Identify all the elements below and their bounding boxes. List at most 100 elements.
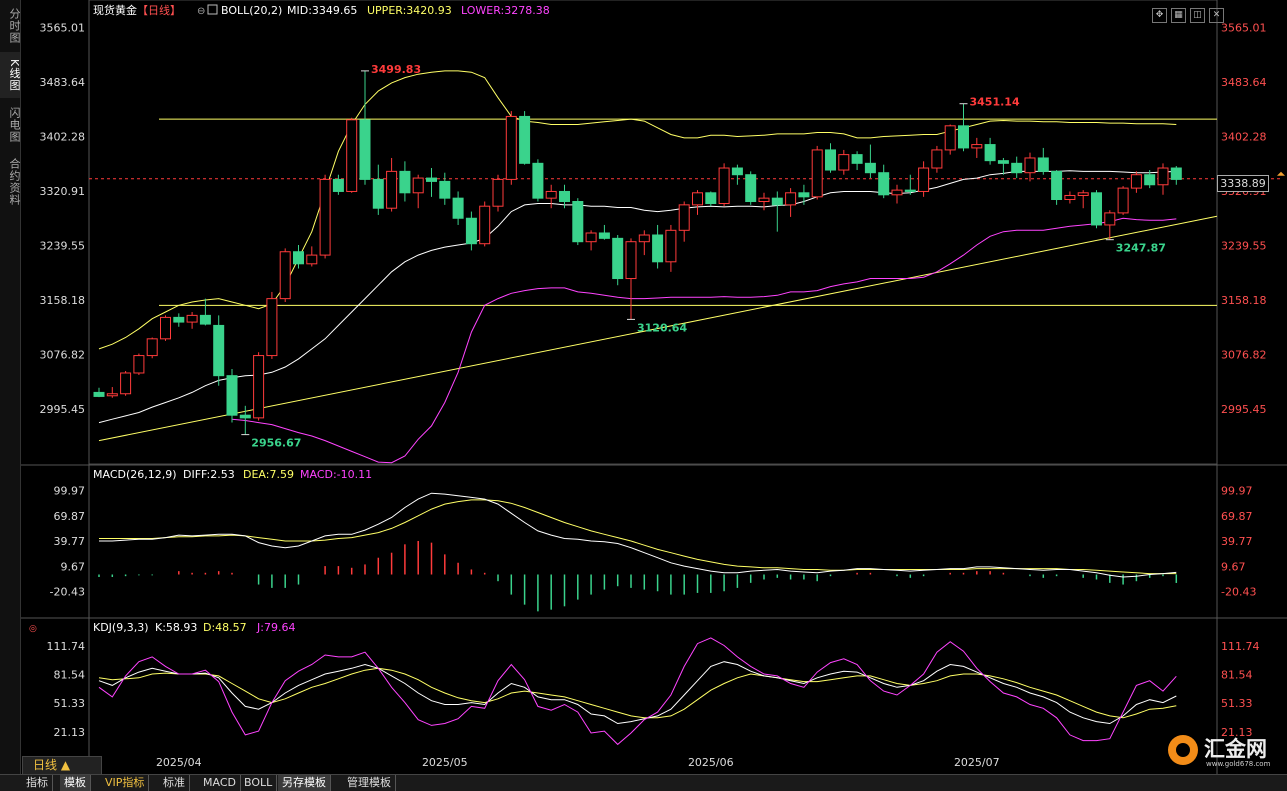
candle-body — [319, 178, 331, 256]
extreme-price-label: 3499.83 — [371, 63, 421, 76]
candle-body — [731, 167, 743, 176]
extreme-price-label: 2956.67 — [251, 437, 301, 450]
candle-body — [479, 205, 491, 245]
chart-canvas[interactable]: 现货黄金【日线】 ⊖ BOLL(20,2) MID:3349.65 UPPER:… — [21, 0, 1287, 774]
tab-standard[interactable]: 标准 — [159, 775, 190, 791]
price-tick-right: 3565.01 — [1221, 21, 1267, 34]
boll-upper: UPPER:3420.93 — [367, 4, 452, 17]
candle-body — [465, 217, 477, 245]
grid-icon[interactable]: ▦ — [1171, 8, 1186, 23]
candle-body — [346, 119, 358, 192]
boll-lower: LOWER:3278.38 — [461, 4, 550, 17]
candle-body — [718, 167, 730, 205]
indicator-settings-icon[interactable] — [207, 4, 218, 15]
macd-tick-left: 39.77 — [54, 535, 86, 548]
boll-mid: MID:3349.65 — [287, 4, 357, 17]
candle-body — [1064, 194, 1076, 200]
macd-tick-left: 69.87 — [54, 510, 86, 523]
candle-body — [266, 298, 278, 357]
macd-tick-right: 69.87 — [1221, 510, 1253, 523]
candle-body — [745, 174, 757, 203]
price-tick-left: 3076.82 — [40, 348, 86, 361]
candle-body — [173, 316, 185, 323]
macd-value: MACD:-10.11 — [300, 468, 372, 481]
period-button[interactable]: 日线 ▲ — [22, 756, 102, 775]
candle-body — [226, 375, 238, 416]
candle-body — [851, 154, 863, 164]
price-tick-left: 3483.64 — [40, 76, 86, 89]
macd-tick-left: 9.67 — [61, 560, 86, 573]
candle-body — [279, 251, 291, 300]
side-tab-strip: 分时图 K线图 闪电图 合约资料 — [0, 0, 21, 790]
tab-vip-indicator[interactable]: VIP指标 — [101, 775, 150, 791]
candle-body — [891, 189, 903, 196]
macd-diff: DIFF:2.53 — [183, 468, 235, 481]
macd-tick-left: -20.43 — [50, 586, 85, 599]
price-tick-left: 3158.18 — [40, 294, 86, 307]
candle-body — [625, 241, 637, 280]
candle-body — [997, 160, 1009, 164]
price-tick-right: 3158.18 — [1221, 294, 1267, 307]
candle-body — [239, 414, 251, 419]
candle-body — [638, 234, 650, 243]
candle-body — [1157, 167, 1169, 186]
side-tab-lightning[interactable]: 闪电图 — [0, 102, 21, 148]
side-tab-contract-info[interactable]: 合约资料 — [0, 152, 21, 212]
split-icon[interactable]: ◫ — [1190, 8, 1205, 23]
tab-template[interactable]: 模板 — [60, 775, 91, 791]
window-buttons: ✥ ▦ ◫ ✕ — [1152, 2, 1228, 23]
candle-body — [293, 251, 304, 265]
macd-tick-right: -20.43 — [1221, 586, 1256, 599]
tab-indicator[interactable]: 指标 — [22, 775, 53, 791]
candle-body — [359, 119, 371, 180]
candle-body — [399, 170, 411, 194]
candle-body — [332, 178, 344, 192]
candle-body — [758, 197, 770, 203]
candle-body — [918, 167, 930, 192]
tab-save-template[interactable]: 另存模板 — [278, 775, 331, 791]
tab-manage-template[interactable]: 管理模板 — [343, 775, 396, 791]
tab-macd[interactable]: MACD — [199, 775, 241, 791]
candle-body — [1091, 192, 1102, 226]
candle-body — [811, 149, 823, 198]
date-tick: 2025/07 — [954, 756, 1000, 769]
candle-body — [545, 190, 557, 199]
extreme-price-label: 3247.87 — [1116, 242, 1166, 255]
logo-name: 汇金网 — [1204, 737, 1267, 761]
side-tab-kline[interactable]: K线图 — [0, 52, 21, 98]
side-tab-timeshare[interactable]: 分时图 — [0, 4, 21, 48]
price-tick-right: 3402.28 — [1221, 130, 1267, 143]
price-tick-left: 3565.01 — [40, 21, 86, 34]
candle-body — [598, 232, 610, 239]
price-tick-left: 3402.28 — [40, 130, 86, 143]
candle-body — [186, 314, 198, 323]
extreme-price-label: 3451.14 — [970, 96, 1020, 109]
macd-tick-right: 39.77 — [1221, 535, 1253, 548]
kdj-settings-icon[interactable]: ◎ — [29, 624, 37, 634]
candle-body — [439, 180, 451, 199]
candle-body — [199, 314, 211, 325]
current-price-box: 3338.89 — [1217, 175, 1269, 192]
tab-boll[interactable]: BOLL — [240, 775, 278, 791]
candle-body — [572, 201, 584, 243]
candle-body — [1077, 192, 1089, 196]
price-tick-right: 3483.64 — [1221, 76, 1267, 89]
candle-body — [426, 177, 437, 182]
candle-body — [904, 189, 916, 192]
chart-area[interactable]: 现货黄金【日线】 ⊖ BOLL(20,2) MID:3349.65 UPPER:… — [21, 0, 1287, 778]
refresh-icon[interactable]: ⊖ — [197, 6, 205, 17]
expand-icon[interactable]: ✥ — [1152, 8, 1167, 23]
candle-body — [452, 197, 464, 219]
symbol-title: 现货黄金【日线】 — [93, 3, 181, 17]
kdj-k-line — [98, 661, 1177, 725]
candle-body — [306, 254, 318, 265]
boll-lower-line — [231, 217, 1177, 464]
candle-body — [1144, 174, 1156, 186]
price-tick-left: 3320.91 — [40, 185, 86, 198]
date-tick: 2025/04 — [156, 756, 202, 769]
kdj-tick-right: 81.54 — [1221, 668, 1253, 681]
candle-body — [492, 178, 504, 207]
close-icon[interactable]: ✕ — [1209, 8, 1224, 23]
candle-body — [931, 149, 943, 169]
date-tick: 2025/05 — [422, 756, 468, 769]
